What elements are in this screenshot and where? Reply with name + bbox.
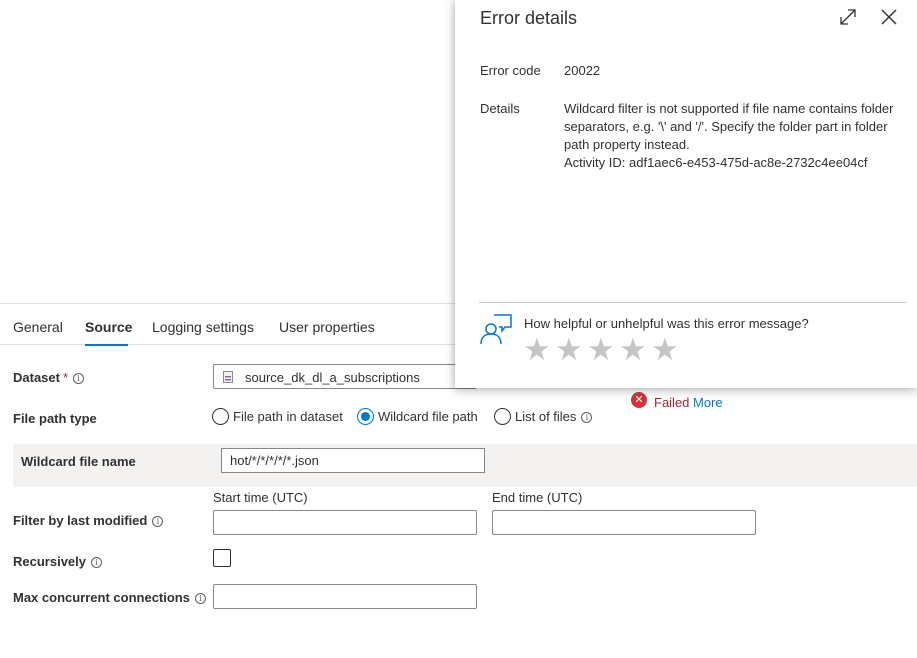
max-concurrent-label-text: Max concurrent connections xyxy=(13,590,190,605)
max-concurrent-connections-label: Max concurrent connections i xyxy=(13,590,206,605)
recursively-label-text: Recursively xyxy=(13,554,86,569)
radio-circle xyxy=(212,408,229,425)
details-line: Wildcard filter is not supported if file… xyxy=(564,101,894,116)
max-concurrent-connections-input[interactable] xyxy=(213,584,477,609)
activity-id-line: Activity ID: adf1aec6-e453-475d-ac8e-273… xyxy=(564,155,868,170)
status-text: Failed xyxy=(654,395,690,410)
recursively-checkbox[interactable] xyxy=(213,549,231,567)
tab-logging-settings[interactable]: Logging settings xyxy=(152,319,254,335)
filter-by-last-modified-label: Filter by last modified i xyxy=(13,513,164,528)
recursively-label: Recursively i xyxy=(13,554,102,569)
filter-label-text: Filter by last modified xyxy=(13,513,148,528)
dataset-select[interactable]: source_dk_dl_a_subscriptions xyxy=(213,364,477,389)
feedback-icon xyxy=(480,314,512,345)
file-path-type-label: File path type xyxy=(13,411,97,426)
star-3-icon[interactable]: ★ xyxy=(587,333,615,367)
dataset-file-icon xyxy=(223,371,233,383)
tab-user-properties[interactable]: User properties xyxy=(279,319,375,335)
details-line: path property instead. xyxy=(564,137,690,152)
star-2-icon[interactable]: ★ xyxy=(555,333,583,367)
error-code-label: Error code xyxy=(480,63,541,78)
dataset-label: Dataset * i xyxy=(13,370,85,385)
tab-general[interactable]: General xyxy=(13,319,63,335)
more-link[interactable]: More xyxy=(693,395,723,410)
info-icon[interactable]: i xyxy=(73,373,85,384)
details-value: Wildcard filter is not supported if file… xyxy=(564,100,904,172)
feedback-question: How helpful or unhelpful was this error … xyxy=(524,316,809,331)
dataset-label-text: Dataset xyxy=(13,370,60,385)
star-5-icon[interactable]: ★ xyxy=(651,333,679,367)
tab-source[interactable]: Source xyxy=(85,319,132,335)
details-line: separators, e.g. '\' and '/'. Specify th… xyxy=(564,119,888,134)
radio-circle xyxy=(494,408,511,425)
dataset-value: source_dk_dl_a_subscriptions xyxy=(245,370,420,385)
start-time-label: Start time (UTC) xyxy=(213,490,308,505)
panel-divider xyxy=(479,302,906,303)
error-details-panel: Error details Error code 20022 Details W… xyxy=(455,0,917,388)
required-mark: * xyxy=(62,370,69,385)
panel-title: Error details xyxy=(480,8,578,28)
info-icon[interactable]: i xyxy=(91,557,102,568)
info-icon[interactable]: i xyxy=(581,412,593,423)
details-label: Details xyxy=(480,101,520,116)
radio-circle-checked xyxy=(357,408,374,425)
close-icon[interactable] xyxy=(879,7,899,27)
info-icon[interactable]: i xyxy=(152,516,164,527)
error-x-icon: ✕ xyxy=(631,392,647,408)
star-4-icon[interactable]: ★ xyxy=(619,333,647,367)
end-time-input[interactable] xyxy=(492,510,756,535)
start-time-input[interactable] xyxy=(213,510,477,535)
radio-label: List of files i xyxy=(515,409,593,424)
radio-label-text: List of files xyxy=(515,409,577,424)
end-time-label: End time (UTC) xyxy=(492,490,583,505)
wildcard-file-name-label: Wildcard file name xyxy=(21,454,136,469)
radio-label: File path in dataset xyxy=(233,409,343,424)
expand-icon[interactable] xyxy=(838,7,858,27)
active-tab-indicator xyxy=(85,344,128,346)
error-code-value: 20022 xyxy=(564,63,601,78)
wildcard-file-name-input[interactable] xyxy=(221,448,485,473)
star-1-icon[interactable]: ★ xyxy=(523,333,551,367)
info-icon[interactable]: i xyxy=(194,593,206,604)
radio-label: Wildcard file path xyxy=(378,409,478,424)
